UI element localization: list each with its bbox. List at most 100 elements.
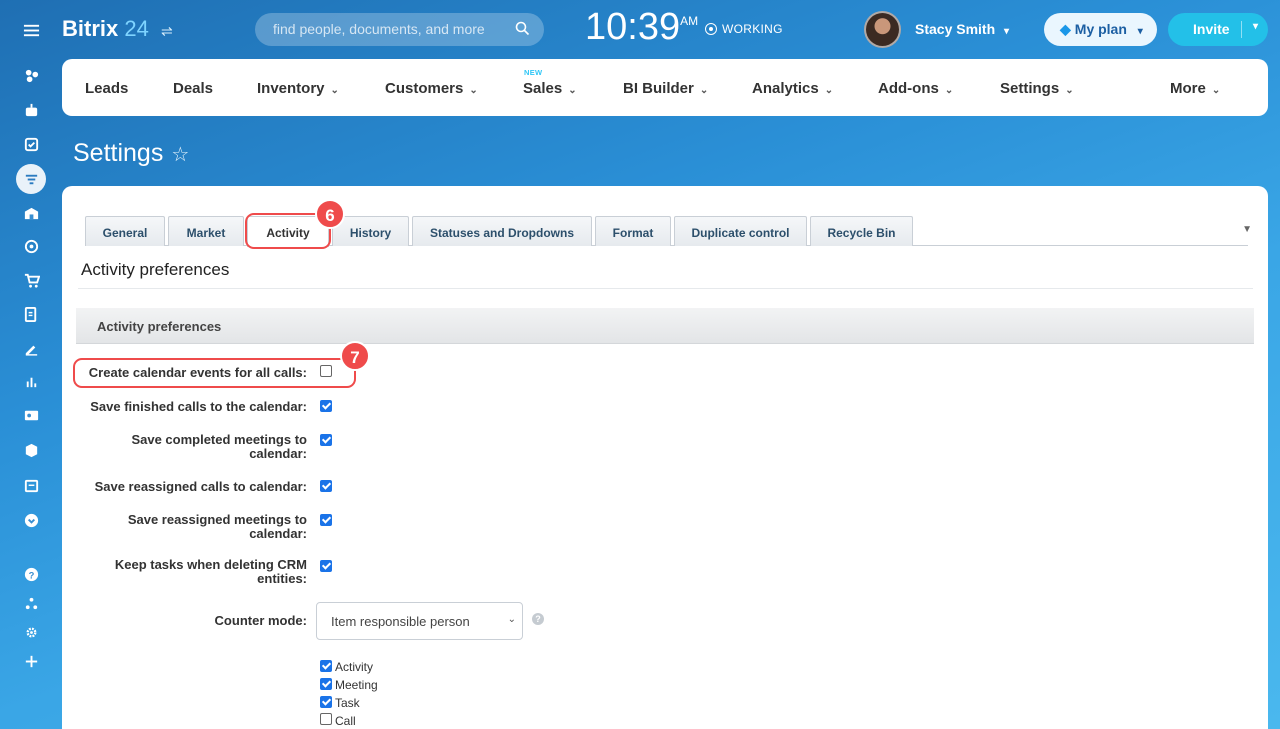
counter-mode-value: Item responsible person	[331, 614, 470, 629]
clock[interactable]: 10:39AM	[585, 6, 698, 49]
nav-item-settings[interactable]: Settings ⌄	[1000, 80, 1074, 97]
calendar-list-icon[interactable]	[16, 470, 46, 500]
tasks-icon[interactable]	[16, 129, 46, 159]
chevron-down-icon: ⌄	[1065, 85, 1074, 96]
nav-item-analytics[interactable]: Analytics ⌄	[752, 80, 833, 97]
settings-gear-icon[interactable]	[16, 617, 46, 647]
chevron-down-icon: ⌄	[568, 85, 577, 96]
counter-mode-select[interactable]: Item responsible person ⌄	[316, 602, 523, 640]
counter-type-label: Meeting	[335, 678, 378, 692]
counter-call-checkbox[interactable]	[320, 713, 332, 725]
nav-item-inventory[interactable]: Inventory ⌄	[257, 80, 339, 97]
menu-icon[interactable]	[16, 15, 46, 45]
sitemap-icon[interactable]	[16, 588, 46, 618]
counter-mode-label: Counter mode:	[214, 613, 307, 628]
counter-activity-checkbox[interactable]	[320, 660, 332, 672]
clock-time: 10:39	[585, 6, 681, 48]
tab-history[interactable]: History	[332, 216, 409, 246]
user-menu[interactable]: Stacy Smith ▾	[915, 21, 1009, 37]
chevron-down-icon: ⌄	[330, 85, 339, 96]
crm-filter-icon[interactable]	[16, 164, 46, 194]
nav-label: Inventory	[257, 80, 325, 97]
tab-format[interactable]: Format	[595, 216, 671, 246]
counter-type-label: Activity	[335, 660, 374, 674]
cart-icon[interactable]	[16, 265, 46, 295]
counter-task-checkbox[interactable]	[320, 696, 332, 708]
callout-badge: 6	[315, 199, 345, 229]
save-finished-calls-checkbox[interactable]	[320, 400, 332, 412]
save-completed-meetings-checkbox[interactable]	[320, 434, 332, 446]
divider	[78, 288, 1253, 289]
counter-meeting-checkbox[interactable]	[320, 678, 332, 690]
tab-recycle-bin[interactable]: Recycle Bin	[810, 216, 913, 246]
chevron-down-icon: ⌄	[824, 85, 834, 96]
nav-item-add-ons[interactable]: Add-ons ⌄	[878, 80, 953, 97]
work-status-label: WORKING	[722, 22, 783, 36]
page-title-text: Settings	[73, 139, 164, 167]
search-placeholder: find people, documents, and more	[273, 21, 485, 37]
nav-item-customers[interactable]: Customers ⌄	[385, 80, 478, 97]
docs-icon[interactable]	[16, 299, 46, 329]
my-plan-button[interactable]: ◆ My plan ▾	[1044, 13, 1157, 46]
svg-text:?: ?	[28, 570, 34, 581]
option-label: Create calendar events for all calls:	[88, 365, 307, 380]
app-logo[interactable]: Bitrix 24 ⇌	[62, 16, 173, 42]
chevron-down-icon: ⌄	[944, 85, 954, 96]
nav-label: More	[1170, 80, 1206, 97]
help-icon[interactable]: ?	[532, 613, 544, 625]
analytics-icon[interactable]	[16, 366, 46, 396]
nav-item-deals[interactable]: Deals	[173, 80, 213, 97]
contact-card-icon[interactable]	[16, 400, 46, 430]
tab-statuses-and-dropdowns[interactable]: Statuses and Dropdowns	[412, 216, 592, 246]
logo-text: Bitrix	[62, 16, 119, 41]
help-icon[interactable]: ?	[16, 559, 46, 589]
new-badge: NEW	[524, 68, 543, 77]
section-title: Activity preferences	[81, 260, 230, 279]
nav-item-bi-builder[interactable]: BI Builder ⌄	[623, 80, 708, 97]
save-reassigned-meetings-checkbox[interactable]	[320, 514, 332, 526]
nav-label: Deals	[173, 80, 214, 97]
plus-icon[interactable]	[16, 646, 46, 676]
search-icon[interactable]	[515, 21, 530, 39]
search-input[interactable]: find people, documents, and more	[255, 13, 544, 46]
tab-market[interactable]: Market	[168, 216, 244, 246]
keep-tasks-checkbox[interactable]	[320, 560, 332, 572]
star-icon[interactable]: ☆	[171, 144, 189, 166]
work-status[interactable]: WORKING	[705, 22, 783, 36]
diamond-icon: ◆	[1060, 21, 1071, 37]
feed-icon[interactable]	[16, 60, 46, 90]
section-header: Activity preferences	[76, 308, 1254, 344]
status-icon	[705, 23, 717, 35]
chevron-down-icon: ▾	[1004, 26, 1010, 37]
clock-ampm: AM	[680, 14, 699, 28]
nav-label: Add-ons	[878, 80, 939, 97]
save-reassigned-calls-checkbox[interactable]	[320, 480, 332, 492]
tabs-dropdown-icon[interactable]: ▼	[1242, 224, 1252, 235]
chevron-down-icon: ▾	[1137, 26, 1143, 37]
target-icon[interactable]	[16, 231, 46, 261]
sign-icon[interactable]	[16, 333, 46, 363]
more-down-icon[interactable]	[16, 505, 46, 535]
tab-duplicate-control[interactable]: Duplicate control	[674, 216, 807, 246]
nav-item-leads[interactable]: Leads	[85, 80, 128, 97]
user-name: Stacy Smith	[915, 21, 996, 37]
crm-top-nav: Leads Deals Inventory ⌄ Customers ⌄ NEW Sa…	[62, 59, 1268, 116]
nav-label: Customers	[385, 80, 464, 97]
nav-item-more[interactable]: More ⌄	[1170, 80, 1220, 97]
store-icon[interactable]	[16, 198, 46, 228]
robot-icon[interactable]	[16, 95, 46, 125]
option-label: Save reassigned meetings to calendar:	[127, 512, 307, 541]
divider	[1241, 21, 1242, 38]
avatar[interactable]	[864, 11, 901, 48]
nav-item-sales[interactable]: Sales ⌄	[523, 80, 577, 97]
theme-settings-icon[interactable]: ⇌	[161, 23, 173, 39]
chevron-down-icon[interactable]: ▾	[1253, 21, 1258, 32]
create-calendar-events-checkbox[interactable]	[320, 365, 332, 377]
box-icon[interactable]	[16, 435, 46, 465]
tab-general[interactable]: General	[85, 216, 165, 246]
counter-type-label: Task	[335, 696, 360, 710]
chevron-down-icon: ⌄	[507, 614, 516, 625]
chevron-down-icon: ⌄	[469, 85, 478, 96]
left-sidebar: ?	[0, 0, 62, 729]
invite-button[interactable]: Invite ▾	[1168, 13, 1268, 46]
